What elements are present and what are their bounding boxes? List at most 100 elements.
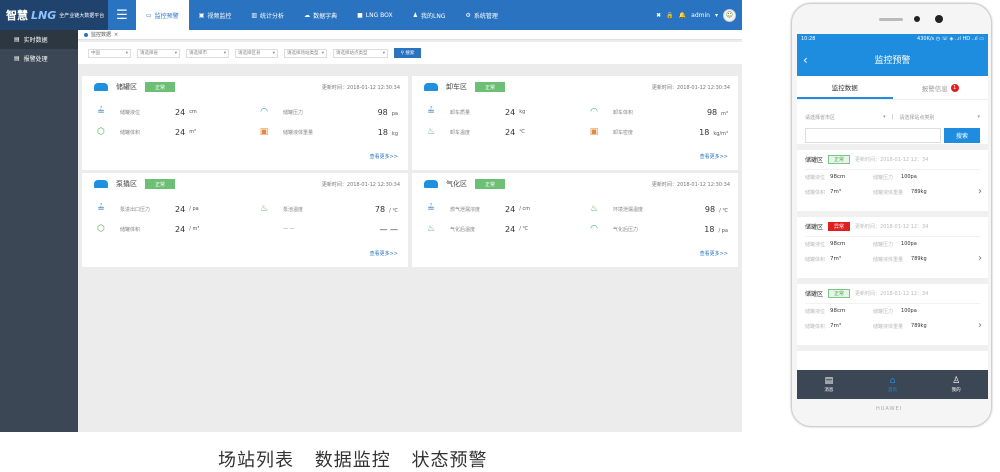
nav-me[interactable]: ♙ 我的 xyxy=(924,370,988,399)
phone-speaker xyxy=(879,18,903,21)
caption-status-alert: 状态预警 xyxy=(411,450,488,471)
metric-label: 卸车密度 xyxy=(613,129,634,136)
data-row: ≟ 燃气泄漏浓度 24/ cm ♨ 环境泄漏温度 98/ ℃ xyxy=(412,199,738,219)
site-type-select[interactable]: 请选择站点类型 ▾ xyxy=(333,48,388,58)
lock-icon[interactable]: 🔒 xyxy=(666,12,673,19)
site-category-select[interactable]: 请选择站点类别 ▾ xyxy=(899,114,980,121)
chevron-right-icon[interactable]: › xyxy=(978,186,982,197)
tab-label: 统计分析 xyxy=(260,12,285,20)
phone-filters: 请选择省市区 ▾ | 请选择站点类别 ▾ xyxy=(797,108,988,126)
tab-monitor-data[interactable]: 监控数据 xyxy=(797,76,893,99)
card-title: 卸车区 xyxy=(446,83,467,91)
tab-alarm-info[interactable]: 报警信息 1 xyxy=(893,76,989,99)
tab-monitoring[interactable]: ▭ 监控预警 xyxy=(136,0,189,30)
update-time: 更新时间：2018-01-12 12:30:34 xyxy=(321,181,400,188)
metric-label: 储罐液位 xyxy=(120,109,141,116)
data-row: ⬡ 储罐体积 24 m³ ▣ 储罐液体重量 18 kg xyxy=(82,122,408,142)
metric-label: 储罐液体重量 xyxy=(283,129,314,136)
tank-icon xyxy=(424,83,438,91)
district-select[interactable]: 请选择区县 ▾ xyxy=(235,48,278,58)
metric-value: 98 xyxy=(704,204,716,214)
search-button[interactable]: 搜索 xyxy=(944,127,980,143)
breadcrumb-label[interactable]: 监控数据 xyxy=(91,31,111,38)
update-time: 更新时间：2018-01-12 12:30:34 xyxy=(651,181,730,188)
metric-label: 泵进出口压力 xyxy=(120,206,151,213)
menu-toggle-icon[interactable]: ☰ xyxy=(108,0,136,30)
station-card[interactable]: 储罐区 正常 更新时间：2018-01-12 12：34 储罐液位 98cm 储罐压… xyxy=(797,150,988,217)
metric-label: 燃气泄漏浓度 xyxy=(450,206,481,213)
caption-station-list: 场站列表 xyxy=(218,450,294,471)
metric-value: 24 xyxy=(505,107,516,117)
chevron-down-icon: ▾ xyxy=(272,50,275,56)
username[interactable]: admin xyxy=(691,12,710,19)
city-select[interactable]: 请选择市 ▾ xyxy=(186,48,229,58)
brand-text: 智慧 xyxy=(6,9,28,22)
person-icon: ♙ xyxy=(952,376,961,386)
station-card[interactable]: 储罐区 正常 更新时间：2018-01-12 12：34 储罐液位 98cm 储罐压… xyxy=(797,284,988,351)
chevron-down-icon: ▾ xyxy=(125,50,128,56)
tab-video[interactable]: ▣ 视频监控 xyxy=(189,0,242,30)
level-icon: ≟ xyxy=(427,204,435,214)
metric-value: 18 xyxy=(704,224,715,234)
select-value: 请选择省市区 xyxy=(805,114,836,121)
station-type-select[interactable]: 请选择场站类型 ▾ xyxy=(284,48,327,58)
tab-lng-box[interactable]: ■ LNG BOX xyxy=(347,0,403,30)
avatar[interactable]: ☺ xyxy=(723,8,736,22)
search-input[interactable] xyxy=(805,127,941,143)
station-card[interactable]: 储罐区 异常 更新时间：2018-01-12 12：34 储罐液位 98cm 储罐压… xyxy=(797,217,988,284)
tab-label: 系统管理 xyxy=(473,12,498,20)
level-icon: ≟ xyxy=(427,107,435,117)
bell-icon[interactable]: 🔔 xyxy=(679,12,686,19)
nav-home[interactable]: ⌂ 首页 xyxy=(861,370,925,399)
tab-dictionary[interactable]: ☁ 数据字典 xyxy=(294,0,347,30)
metric-label: 储罐压力 xyxy=(873,175,894,181)
main-content: 监控数据 × 中国 ▾ 请选择省 ▾ 请选择市 ▾ 请选择区县 ▾ 请选择场站类型 ▾ 请… xyxy=(78,30,742,432)
metric-label: 储罐液位 xyxy=(805,242,826,248)
zone-card-pump: 泵撬区 正常 更新时间：2018-01-12 12:30:34 ≟ 泵进出口压力 2… xyxy=(82,173,408,267)
thermometer-icon: ♨ xyxy=(589,204,599,214)
metric-unit: / ℃ xyxy=(719,207,728,214)
metric-value: 98cm xyxy=(830,241,846,247)
tab-my-lng[interactable]: ♟ 我的LNG xyxy=(403,0,456,30)
region-select[interactable]: 请选择省市区 ▾ xyxy=(805,114,886,121)
status-badge: 正常 xyxy=(145,82,175,92)
metric-value: 24 xyxy=(175,107,186,117)
page-title: 监控预警 xyxy=(874,56,911,66)
tab-system[interactable]: ⚙ 系统管理 xyxy=(455,0,507,30)
alert-count-badge: 1 xyxy=(950,83,959,92)
tab-statistics[interactable]: ▥ 统计分析 xyxy=(241,0,294,30)
close-icon[interactable]: × xyxy=(114,32,118,38)
phone-screen: 10:28 430K/s ◷ ☏ ◈ ..ıl HD ..ıl ▭ ‹ 监控预警… xyxy=(797,34,988,399)
data-row: ⬡ 储罐体积 24/ m³ — — — — xyxy=(82,219,408,239)
metric-label: 储罐液体重量 xyxy=(873,190,904,196)
tab-label: 报警信息 xyxy=(921,84,948,93)
status-icons: 430K/s ◷ ☏ ◈ ..ıl HD ..ıl ▭ xyxy=(917,35,984,42)
thermometer-icon: ♨ xyxy=(426,127,436,137)
status-badge: 正常 xyxy=(145,179,175,189)
province-select[interactable]: 请选择省 ▾ xyxy=(137,48,180,58)
chevron-right-icon[interactable]: › xyxy=(978,320,982,331)
view-more-link[interactable]: 查看更多>> xyxy=(700,250,728,257)
nav-label: 消息 xyxy=(824,388,834,393)
view-more-link[interactable]: 查看更多>> xyxy=(370,153,398,160)
chevron-down-icon[interactable]: ▾ xyxy=(715,12,718,19)
view-more-link[interactable]: 查看更多>> xyxy=(700,153,728,160)
metric-label: 储罐体积 xyxy=(805,257,826,263)
phone-frame: 10:28 430K/s ◷ ☏ ◈ ..ıl HD ..ıl ▭ ‹ 监控预警… xyxy=(791,3,992,427)
search-button[interactable]: ⚲ 搜索 xyxy=(394,48,421,58)
metric-label: 环境泄漏温度 xyxy=(613,206,644,213)
chevron-right-icon[interactable]: › xyxy=(978,253,982,264)
view-more-link[interactable]: 查看更多>> xyxy=(370,250,398,257)
metric-unit: cm xyxy=(189,109,197,115)
sidebar-item-alarm[interactable]: ▤ 报警处理 xyxy=(0,49,78,68)
metric-value: 24 xyxy=(175,224,186,234)
sidebar-item-realtime[interactable]: ▤ 实时数据 xyxy=(0,30,78,49)
nav-messages[interactable]: ▤ 消息 xyxy=(797,370,861,399)
country-select[interactable]: 中国 ▾ xyxy=(88,48,131,58)
back-icon[interactable]: ‹ xyxy=(803,53,808,67)
zone-card-tank: 储罐区 正常 更新时间：2018-01-12 12:30:34 ≟ 储罐液位 24 c… xyxy=(82,76,408,170)
metric-label: 卸车温度 xyxy=(450,129,471,136)
chevron-down-icon: ▾ xyxy=(223,50,226,56)
close-icon[interactable]: ✖ xyxy=(656,12,661,19)
camera-icon xyxy=(914,16,920,22)
